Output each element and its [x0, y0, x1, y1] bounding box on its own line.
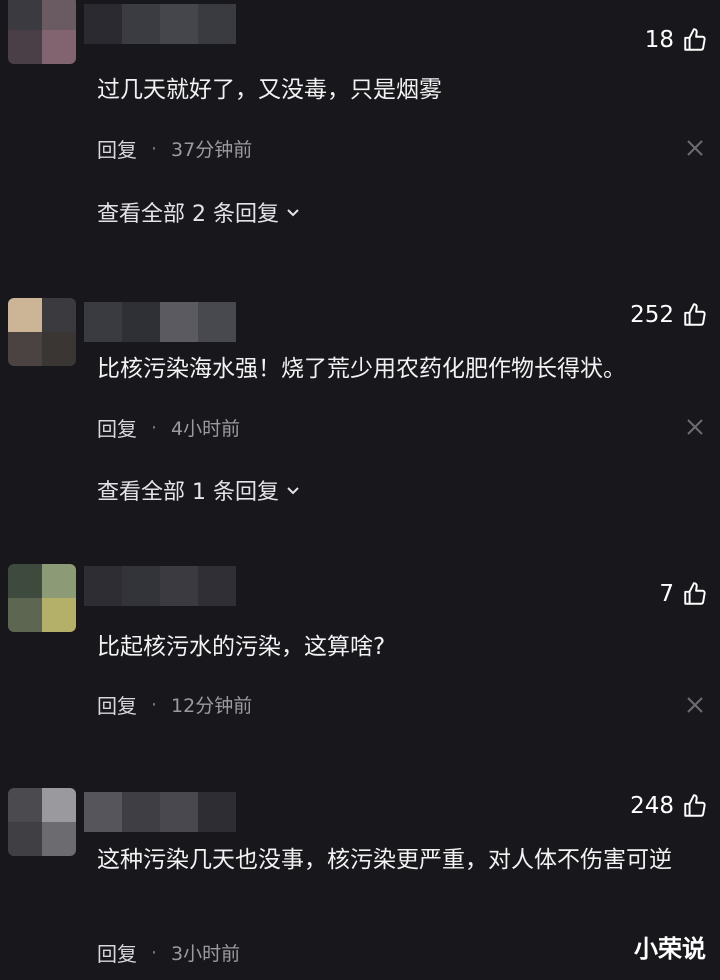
chevron-down-icon [287, 487, 299, 495]
like-count: 252 [630, 302, 674, 328]
view-replies-button[interactable]: 查看全部 1 条回复 [97, 474, 301, 506]
dismiss-button[interactable] [684, 416, 706, 438]
separator: · [151, 941, 158, 964]
comment-meta: 回复 · 3小时前 [97, 938, 240, 967]
username-blurred[interactable] [84, 566, 236, 606]
username-blurred[interactable] [84, 4, 236, 44]
comment-meta: 回复 · 4小时前 [97, 413, 240, 442]
like-button[interactable]: 18 [645, 27, 708, 53]
like-button[interactable]: 7 [659, 581, 708, 607]
comment-text: 比核污染海水强！烧了荒少用农药化肥作物长得状。 [97, 356, 626, 382]
view-replies-label: 查看全部 2 条回复 [97, 202, 279, 227]
username-blurred[interactable] [84, 792, 236, 832]
comment-meta: 回复 · 12分钟前 [97, 690, 252, 719]
close-icon [687, 697, 703, 713]
dismiss-button[interactable] [684, 137, 706, 159]
dismiss-button[interactable] [684, 694, 706, 716]
like-count: 7 [659, 581, 674, 607]
avatar[interactable] [8, 0, 76, 64]
avatar[interactable] [8, 298, 76, 366]
like-button[interactable]: 252 [630, 302, 708, 328]
thumbs-up-icon [684, 28, 706, 51]
timestamp: 4小时前 [171, 418, 241, 440]
thumbs-up-icon [684, 794, 706, 817]
view-replies-label: 查看全部 1 条回复 [97, 480, 279, 505]
separator: · [151, 416, 158, 439]
avatar[interactable] [8, 788, 76, 856]
chevron-down-icon [287, 209, 299, 217]
comment-text: 比起核污水的污染，这算啥? [97, 634, 386, 660]
timestamp: 12分钟前 [171, 695, 253, 717]
reply-button[interactable]: 回复 [97, 938, 137, 967]
close-icon [687, 419, 703, 435]
view-replies-button[interactable]: 查看全部 2 条回复 [97, 196, 301, 228]
like-button[interactable]: 248 [630, 793, 708, 819]
thumbs-up-icon [684, 303, 706, 326]
like-count: 18 [644, 27, 674, 53]
watermark: 小荣说 [634, 935, 706, 963]
avatar[interactable] [8, 564, 76, 632]
timestamp: 37分钟前 [171, 139, 253, 161]
reply-button[interactable]: 回复 [97, 134, 137, 163]
like-count: 248 [630, 793, 674, 819]
timestamp: 3小时前 [171, 943, 241, 965]
comment-text: 过几天就好了，又没毒，只是烟雾 [97, 77, 442, 103]
comment-text: 这种污染几天也没事，核污染更严重，对人体不伤害可逆 [97, 847, 672, 873]
reply-button[interactable]: 回复 [97, 413, 137, 442]
username-blurred[interactable] [84, 302, 236, 342]
thumbs-up-icon [684, 582, 706, 605]
separator: · [151, 693, 158, 716]
reply-button[interactable]: 回复 [97, 690, 137, 719]
close-icon [687, 140, 703, 156]
separator: · [151, 137, 158, 160]
comment-meta: 回复 · 37分钟前 [97, 134, 252, 163]
